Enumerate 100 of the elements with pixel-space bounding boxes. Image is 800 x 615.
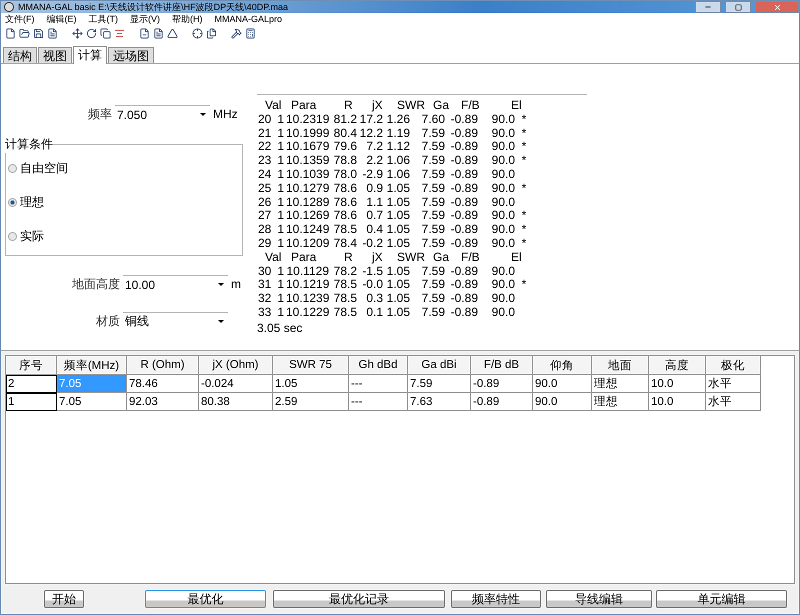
table-cell: 90.0 <box>533 375 592 393</box>
radio-option[interactable]: 自由空间 <box>8 159 242 177</box>
result-value: 78.5 <box>332 306 358 320</box>
result-value: 10.1239 <box>286 292 330 306</box>
table-cell: 90.0 <box>533 393 592 411</box>
menu-item[interactable]: 编辑(E) <box>46 12 76 26</box>
tab[interactable]: 计算 <box>73 46 107 64</box>
result-value: 10.1279 <box>286 182 330 196</box>
result-value: 2.2 <box>365 154 384 168</box>
open-folder-icon[interactable] <box>19 28 30 38</box>
tab[interactable]: 结构 <box>3 47 37 63</box>
result-value: 7.59 <box>420 292 446 306</box>
result-value: 1 <box>276 154 285 168</box>
action-button[interactable]: 导线编辑 <box>546 590 652 608</box>
height-combo[interactable]: 10.00 <box>123 275 228 293</box>
column-heading: jX <box>372 250 384 265</box>
calculator-icon[interactable] <box>245 28 256 38</box>
table-cell: 理想 <box>592 393 649 411</box>
action-button[interactable]: 单元编辑 <box>656 590 787 608</box>
document-icon[interactable] <box>47 28 58 38</box>
result-value: 90.0 <box>490 306 516 320</box>
page-icon[interactable] <box>139 28 150 38</box>
result-value: 7.60 <box>420 112 446 127</box>
move-arrows-icon[interactable] <box>72 28 83 38</box>
action-button[interactable]: 开始 <box>44 590 84 608</box>
menu-item[interactable]: 文件(F) <box>5 12 34 26</box>
table-cell: 7.59 <box>408 375 471 393</box>
field-label: 材质 <box>96 312 120 330</box>
result-value: -0.89 <box>450 278 479 292</box>
menu-item[interactable]: MMANA-GALpro <box>214 14 282 24</box>
result-value: -0.2 <box>361 236 384 251</box>
triangle-icon[interactable] <box>167 28 178 38</box>
result-value: 90.0 <box>490 209 516 224</box>
hammer-icon[interactable] <box>231 28 242 38</box>
result-value: -0.89 <box>450 126 479 140</box>
result-value: * <box>520 154 528 168</box>
menu-item[interactable]: 显示(V) <box>130 12 160 26</box>
result-value: 90.0 <box>490 278 516 292</box>
result-value: 10.1269 <box>286 209 330 224</box>
tab[interactable]: 视图 <box>38 47 72 63</box>
column-header: 极化 <box>706 356 761 375</box>
result-value: 1 <box>276 278 285 292</box>
column-header: 高度 <box>649 356 706 375</box>
result-value: -0.89 <box>450 209 479 224</box>
result-value: 28 <box>258 223 272 237</box>
result-value: 22 <box>258 140 272 154</box>
action-button[interactable]: 频率特性 <box>451 590 541 608</box>
result-value: 1.05 <box>386 236 411 251</box>
align-lines-icon[interactable] <box>114 28 125 38</box>
maximize-button[interactable] <box>725 1 751 13</box>
result-value: 1.05 <box>386 306 411 320</box>
result-value: 1 <box>276 306 285 320</box>
column-heading: Para <box>291 250 318 265</box>
radio-option[interactable]: 实际 <box>8 227 242 245</box>
action-button[interactable]: 最优化记录 <box>273 590 445 608</box>
result-value: 1.05 <box>386 264 411 278</box>
table-cell: -0.024 <box>199 375 273 393</box>
result-value: 1.06 <box>386 168 411 182</box>
result-value: -2.9 <box>361 168 384 182</box>
column-heading: Para <box>291 99 318 113</box>
new-file-icon[interactable] <box>5 28 16 38</box>
result-value: 7.59 <box>420 209 446 224</box>
result-value: 32 <box>258 292 272 306</box>
table-cell: --- <box>349 393 408 411</box>
result-value: 30 <box>258 264 272 278</box>
table-cell: 2 <box>6 375 57 393</box>
radio-option[interactable]: 理想 <box>8 193 242 211</box>
menu-item[interactable]: 工具(T) <box>88 12 118 26</box>
crosshair-icon[interactable] <box>192 28 203 38</box>
result-value: 17.2 <box>359 112 384 127</box>
result-value: 78.6 <box>332 182 358 196</box>
table-cell: 92.03 <box>127 393 199 411</box>
column-heading: Ga <box>433 99 450 113</box>
column-heading: SWR <box>397 99 426 113</box>
material-combo[interactable]: 铜线 <box>123 312 228 330</box>
result-value: -1.5 <box>361 264 384 278</box>
menu-item[interactable]: 帮助(H) <box>172 12 202 26</box>
result-value: 1 <box>276 292 285 306</box>
pages-icon[interactable] <box>206 28 217 38</box>
document-lines-icon[interactable] <box>153 28 164 38</box>
copy-icon[interactable] <box>100 28 111 38</box>
result-value: 1.19 <box>386 126 411 140</box>
result-value: 20 <box>258 112 272 127</box>
result-value: * <box>520 236 528 251</box>
frequency-combo[interactable]: 7.050 <box>115 105 210 123</box>
result-value: 10.1209 <box>286 236 330 251</box>
result-value: 1.05 <box>386 223 411 237</box>
save-icon[interactable] <box>33 28 44 38</box>
result-value: 10.1359 <box>286 154 330 168</box>
column-header: SWR 75 <box>273 356 349 375</box>
table-cell: 7.05 <box>57 393 127 411</box>
tab[interactable]: 远场图 <box>108 47 154 63</box>
result-value: 10.1129 <box>286 264 330 278</box>
result-value: 7.59 <box>420 306 446 320</box>
column-heading: Val <box>265 99 282 113</box>
rotate-icon[interactable] <box>86 28 97 38</box>
result-value: 1 <box>276 209 285 224</box>
result-value: 0.7 <box>365 209 384 224</box>
action-button[interactable]: 最优化 <box>145 590 266 608</box>
column-header: 地面 <box>592 356 649 375</box>
